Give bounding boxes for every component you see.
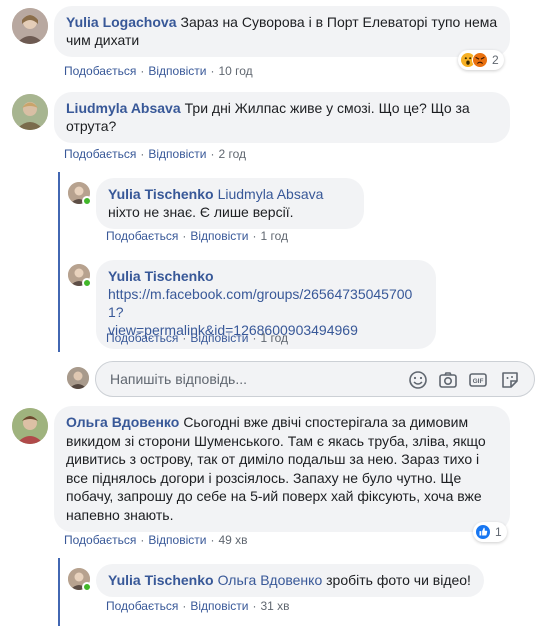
comment-timestamp[interactable]: 49 хв [218,533,247,547]
comment-author[interactable]: Yulia Tischenko [108,267,420,285]
reply-button[interactable]: Відповісти [148,147,206,161]
comment-bubble: Yulia Tischenko Liudmyla Absava ніхто не … [96,178,364,229]
emoji-icon[interactable] [408,370,428,390]
reply-yulia-tischenko-2: Yulia Tischenko https://m.facebook.com/g… [60,254,543,354]
avatar[interactable] [12,8,48,44]
comment-actions: Подобається · Відповісти · 1 год [106,229,288,243]
comment-bubble: Yulia Tischenko Ольга Вдовенко зробіть фо… [96,564,484,597]
comment-author[interactable]: Yulia Tischenko [108,186,214,202]
comment-timestamp[interactable]: 2 год [218,147,246,161]
gif-icon[interactable]: GIF [468,370,488,390]
reply-yulia-tischenko-1: Yulia Tischenko Liudmyla Absava ніхто не … [60,172,543,252]
reply-button[interactable]: Відповісти [148,533,206,547]
reply-button[interactable]: Відповісти [148,64,206,78]
comment-author[interactable]: Liudmyla Absava [66,100,181,116]
mention-link[interactable]: Ольга Вдовенко [218,572,323,588]
svg-text:GIF: GIF [473,378,484,385]
comment-author[interactable]: Yulia Tischenko [108,572,214,588]
comment-bubble: Yulia Logachova Зараз на Суворова і в Пор… [54,6,510,57]
reactions-summary[interactable]: 2 [458,50,504,70]
comment-actions: Подобається · Відповісти · 10 год [64,64,253,78]
comment-timestamp[interactable]: 31 хв [260,599,289,613]
reply-input-placeholder: Напишіть відповідь... [110,371,247,387]
comment-timestamp[interactable]: 1 год [260,229,288,243]
comment-text: ніхто не знає. Є лише версії. [108,204,294,220]
angry-icon [472,52,488,68]
comment-text: Сьогодні вже двічі спостерігала за димов… [66,414,486,523]
comment-timestamp[interactable]: 1 год [260,331,288,345]
like-icon [475,524,491,540]
like-button[interactable]: Подобається [106,599,178,613]
like-button[interactable]: Подобається [64,64,136,78]
like-button[interactable]: Подобається [64,147,136,161]
reply-input[interactable]: Напишіть відповідь... GIF [95,361,535,397]
like-button[interactable]: Подобається [106,331,178,345]
comment-author[interactable]: Yulia Logachova [66,14,176,30]
avatar[interactable] [12,94,48,130]
comment-author[interactable]: Ольга Вдовенко [66,414,179,430]
mention-link[interactable]: Liudmyla Absava [218,186,324,202]
reaction-count: 2 [492,53,499,67]
sticker-icon[interactable] [500,370,520,390]
reactions-summary[interactable]: 1 [473,522,507,542]
comment-actions: Подобається · Відповісти · 1 год [106,331,288,345]
comment-timestamp[interactable]: 10 год [218,64,252,78]
comment-bubble: Ольга Вдовенко Сьогодні вже двічі спостер… [54,406,510,532]
reply-yulia-tischenko-3: Yulia Tischenko Ольга Вдовенко зробіть фо… [60,558,543,626]
reaction-count: 1 [495,525,502,539]
comment-actions: Подобається · Відповісти · 2 год [64,147,246,161]
comment-yulia-logachova: Yulia Logachova Зараз на Суворова і в Пор… [0,0,543,84]
reply-button[interactable]: Відповісти [190,599,248,613]
online-status-dot [82,278,92,288]
comment-actions: Подобається · Відповісти · 49 хв [64,533,248,547]
avatar[interactable] [12,408,48,444]
comment-liudmyla-absava: Liudmyla Absava Три дні Жилпас живе у смо… [0,84,543,164]
comment-bubble: Liudmyla Absava Три дні Жилпас живе у смо… [54,92,510,143]
reply-button[interactable]: Відповісти [190,229,248,243]
current-user-avatar [67,367,89,389]
comment-olga-vdovenko: Ольга Вдовенко Сьогодні вже двічі спостер… [0,400,543,556]
like-button[interactable]: Подобається [64,533,136,547]
comment-text: зробіть фото чи відео! [326,572,471,588]
reply-button[interactable]: Відповісти [190,331,248,345]
online-status-dot [82,582,92,592]
online-status-dot [82,196,92,206]
like-button[interactable]: Подобається [106,229,178,243]
camera-icon[interactable] [438,370,458,390]
comment-actions: Подобається · Відповісти · 31 хв [106,599,290,613]
